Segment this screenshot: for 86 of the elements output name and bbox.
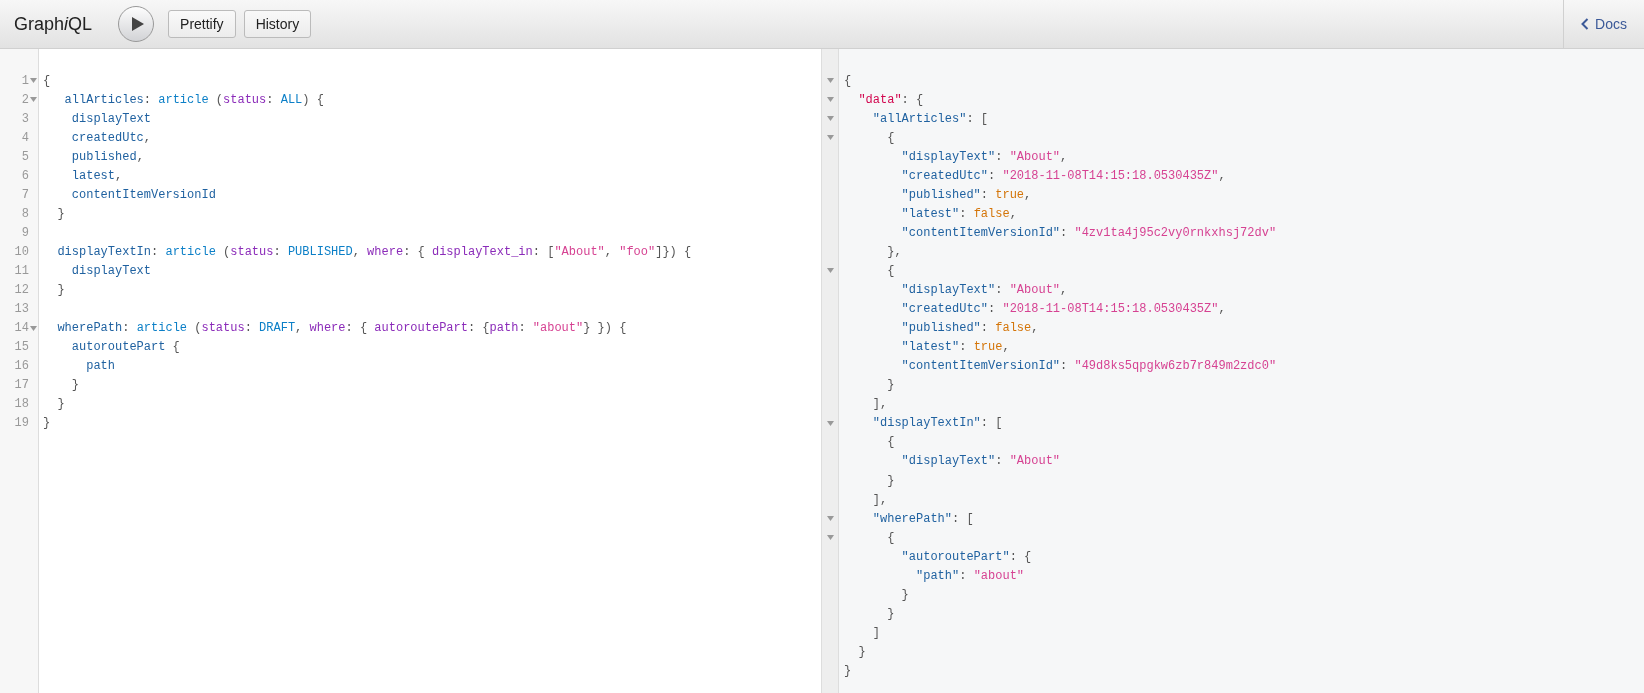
code-line: published, [70, 149, 144, 164]
code-line: }, [886, 244, 902, 259]
code-line: "autoroutePart": { [900, 549, 1032, 564]
line-number: 19 [14, 416, 29, 431]
prettify-button[interactable]: Prettify [168, 10, 236, 38]
code-line: } [886, 473, 895, 488]
code-line: "path": "about" [915, 568, 1025, 583]
code-line: createdUtc, [70, 130, 152, 145]
play-icon [130, 16, 145, 32]
line-number: 16 [14, 359, 29, 374]
code-line: "createdUtc": "2018-11-08T14:15:18.0530435Z", [900, 302, 1226, 317]
line-number: 7 [21, 187, 29, 202]
code-line: } [56, 397, 65, 412]
code-line: "createdUtc": "2018-11-08T14:15:18.0530435Z", [900, 168, 1226, 183]
line-number: 11 [14, 264, 29, 278]
code-line: } [857, 644, 866, 659]
line-number: 1 [21, 73, 29, 88]
code-line: } [886, 378, 895, 393]
fold-arrow-icon[interactable] [826, 135, 834, 141]
code-line: { [886, 264, 895, 278]
line-number: 9 [21, 225, 29, 240]
code-line: } [886, 606, 895, 621]
line-number: 8 [21, 206, 29, 221]
code-line: "contentItemVersionId": "49d8ks5qpgkw6zb7r849m2zdc0" [900, 359, 1277, 374]
code-line: "wherePath": [ [871, 511, 974, 526]
code-line: "allArticles": [ [871, 111, 989, 126]
code-line: { [886, 435, 895, 450]
line-number: 10 [14, 244, 29, 259]
docs-button[interactable]: Docs [1563, 0, 1644, 48]
code-line: "data": { [857, 92, 924, 107]
line-number: 2 [21, 92, 29, 107]
code-line: "latest": false, [900, 206, 1017, 221]
code-line: autoroutePart { [70, 340, 180, 355]
line-number: 3 [21, 111, 29, 126]
fold-arrow-icon[interactable] [30, 97, 37, 103]
code-line: "displayText": "About", [900, 149, 1068, 164]
code-line: ] [871, 625, 880, 640]
fold-arrow-icon[interactable] [826, 116, 834, 122]
code-line: "latest": true, [900, 340, 1010, 355]
fold-arrow-icon[interactable] [826, 268, 834, 274]
code-line: path [85, 359, 115, 374]
fold-arrow-icon[interactable] [826, 78, 834, 83]
line-number: 17 [14, 378, 29, 393]
code-line: } [844, 663, 852, 678]
fold-arrow-icon[interactable] [30, 325, 37, 331]
code-line: contentItemVersionId [70, 187, 216, 202]
line-number: 14 [14, 321, 29, 336]
code-line: "displayText": "About", [900, 283, 1068, 298]
line-number: 15 [14, 340, 29, 355]
fold-arrow-icon[interactable] [826, 516, 834, 522]
line-number: 6 [21, 168, 29, 183]
line-number: 4 [21, 130, 29, 145]
code-line: "contentItemVersionId": "4zv1ta4j95c2vy0rnkxhsj72dv" [900, 225, 1277, 240]
code-line: } [43, 416, 51, 431]
fold-arrow-icon[interactable] [826, 97, 834, 103]
run-button[interactable] [118, 6, 155, 42]
code-line: ], [871, 492, 888, 507]
code-line: "displayTextIn": [ [871, 416, 1003, 431]
code-line: displayTextIn: article (status: PUBLISHED, where: { displayText_in: ["About", "foo"]}) { [56, 244, 692, 259]
code-line: { [886, 530, 895, 545]
code-line: { [43, 73, 51, 88]
code-line: } [56, 206, 65, 221]
line-number: 18 [14, 397, 29, 412]
line-number: 13 [14, 302, 29, 317]
code-line: } [70, 378, 79, 393]
code-line: "published": false, [900, 321, 1039, 336]
line-number: 12 [14, 283, 29, 298]
code-line: ], [871, 397, 888, 412]
code-line: } [900, 587, 909, 602]
code-line: } [56, 283, 65, 298]
code-line: displayText [70, 111, 152, 126]
history-button[interactable]: History [243, 10, 312, 38]
fold-arrow-icon[interactable] [826, 420, 834, 426]
app-title: GraphiQL [14, 13, 93, 35]
code-line: allArticles: article (status: ALL) { [63, 92, 324, 107]
code-line: { [844, 73, 852, 88]
line-number: 5 [21, 149, 29, 164]
code-line: displayText [70, 264, 152, 278]
code-line: { [886, 130, 895, 145]
fold-arrow-icon[interactable] [826, 535, 834, 541]
code-line: "published": true, [900, 187, 1032, 202]
code-line: latest, [70, 168, 123, 183]
code-line: wherePath: article (status: DRAFT, where: { autoroutePart: {path: "about"} }) { [56, 321, 627, 336]
code-line: "displayText": "About" [900, 454, 1061, 469]
chevron-left-icon [1581, 18, 1590, 30]
fold-arrow-icon[interactable] [30, 78, 37, 83]
